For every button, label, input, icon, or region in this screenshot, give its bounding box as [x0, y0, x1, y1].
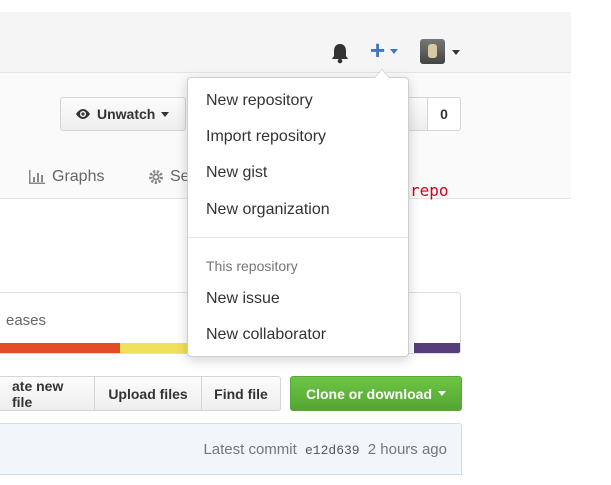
avatar — [420, 39, 445, 64]
chevron-down-icon — [452, 50, 460, 55]
menu-item-import-repository[interactable]: Import repository — [206, 128, 326, 146]
eye-icon — [76, 109, 90, 119]
plus-icon: + — [370, 35, 386, 65]
language-segment — [119, 343, 190, 353]
new-menu-button[interactable]: + — [368, 35, 404, 66]
top-header: + — [0, 12, 571, 73]
chevron-down-icon — [390, 49, 398, 54]
clone-or-download-button[interactable]: Clone or download — [290, 376, 462, 411]
latest-commit-label: Latest commit — [203, 441, 297, 458]
find-file-label: Find file — [214, 385, 268, 402]
language-segment — [414, 343, 460, 353]
graph-icon — [29, 170, 45, 184]
gear-icon — [149, 170, 163, 184]
bell-icon[interactable] — [330, 42, 350, 64]
releases-label[interactable]: eases — [6, 312, 46, 329]
user-menu-button[interactable] — [420, 39, 464, 67]
commit-sha-link[interactable]: e12d639 — [305, 443, 360, 458]
menu-item-new-issue[interactable]: New issue — [206, 290, 280, 308]
create-new-file-label: ate new file — [12, 377, 64, 410]
upload-files-label: Upload files — [108, 385, 188, 402]
menu-item-new-organization[interactable]: New organization — [206, 201, 330, 219]
tab-graphs[interactable]: Graphs — [28, 168, 104, 186]
tab-graphs-label: Graphs — [52, 168, 105, 185]
unwatch-label: Unwatch — [97, 106, 156, 122]
menu-item-new-gist[interactable]: New gist — [206, 164, 267, 182]
menu-item-new-repository[interactable]: New repository — [206, 92, 313, 110]
commit-time: 2 hours ago — [367, 441, 447, 458]
menu-section-header: This repository — [206, 258, 298, 274]
tab-settings[interactable]: Se — [148, 168, 190, 186]
chevron-down-icon — [438, 391, 446, 396]
language-segment — [0, 343, 120, 353]
star-count[interactable]: 0 — [427, 97, 461, 131]
unwatch-button[interactable]: Unwatch — [60, 97, 186, 131]
latest-commit-bar: Latest commit e12d639 2 hours ago — [0, 423, 462, 475]
find-file-button[interactable]: Find file — [201, 376, 281, 411]
menu-divider — [188, 237, 408, 238]
github-repo-page: + Unwatch k 0 Graphs — [0, 0, 611, 485]
chevron-down-icon — [161, 111, 170, 117]
menu-item-new-collaborator[interactable]: New collaborator — [206, 326, 326, 344]
clone-or-download-label: Clone or download — [306, 385, 432, 402]
upload-files-button[interactable]: Upload files — [94, 376, 202, 411]
new-menu-dropdown: New repository Import repository New gis… — [187, 69, 409, 357]
create-new-file-button[interactable]: ate new file — [0, 376, 95, 411]
